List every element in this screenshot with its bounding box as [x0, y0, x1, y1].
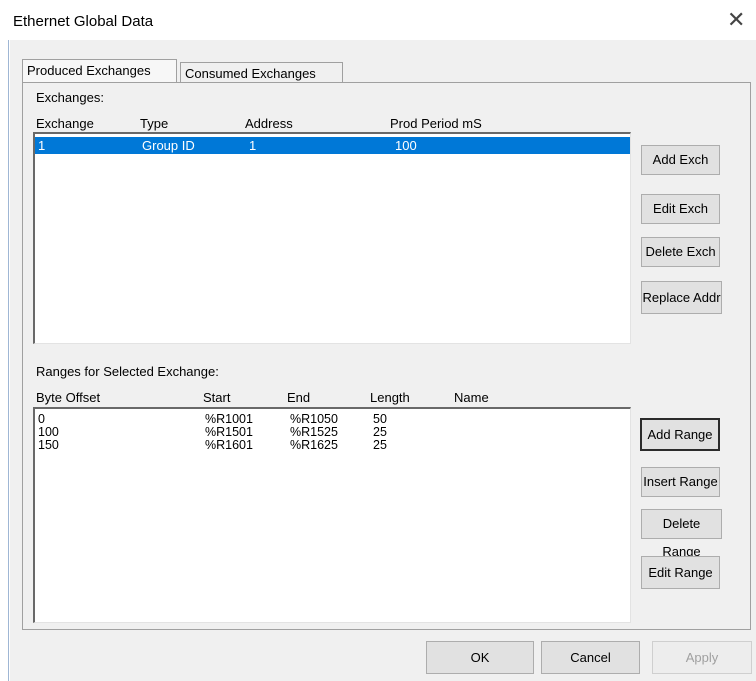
range-row[interactable]: 150 %R1601 %R1625 25 [35, 439, 630, 452]
delete-exch-button[interactable]: Delete Exch [641, 237, 720, 267]
ranges-label: Ranges for Selected Exchange: [36, 364, 219, 379]
apply-button[interactable]: Apply [652, 641, 752, 674]
window-title: Ethernet Global Data [13, 13, 154, 30]
close-icon[interactable]: ✕ [727, 9, 745, 31]
window-left-edge [8, 40, 9, 681]
tab-produced-exchanges[interactable]: Produced Exchanges [22, 59, 177, 84]
title-bar: Ethernet Global Data ✕ [0, 0, 756, 40]
col-start-header[interactable]: Start [203, 390, 230, 405]
replace-addr-button[interactable]: Replace Addr [641, 281, 722, 314]
offset-cell: 150 [38, 438, 59, 452]
exchanges-label: Exchanges: [36, 90, 104, 105]
add-exch-button[interactable]: Add Exch [641, 145, 720, 175]
col-end-header[interactable]: End [287, 390, 310, 405]
tab-label: Consumed Exchanges [185, 66, 316, 81]
tab-consumed-exchanges[interactable]: Consumed Exchanges [180, 62, 343, 84]
length-cell: 25 [373, 438, 387, 452]
ranges-list[interactable]: 0 %R1001 %R1050 50 100 %R1501 %R1525 25 … [33, 407, 631, 623]
col-length-header[interactable]: Length [370, 390, 410, 405]
edit-exch-button[interactable]: Edit Exch [641, 194, 720, 224]
cancel-button[interactable]: Cancel [541, 641, 640, 674]
add-range-button[interactable]: Add Range [640, 418, 720, 451]
type-cell: Group ID [142, 138, 195, 153]
exchange-row[interactable]: 1 Group ID 1 100 [35, 137, 630, 154]
exchanges-list[interactable]: 1 Group ID 1 100 [33, 132, 631, 344]
col-address-header[interactable]: Address [245, 116, 293, 131]
address-cell: 1 [249, 138, 257, 153]
col-byte-offset-header[interactable]: Byte Offset [36, 390, 100, 405]
start-cell: %R1601 [205, 438, 253, 452]
insert-range-button[interactable]: Insert Range [641, 467, 720, 497]
col-name-header[interactable]: Name [454, 390, 489, 405]
period-cell: 100 [395, 138, 417, 153]
end-cell: %R1625 [290, 438, 338, 452]
exchange-cell: 1 [38, 138, 46, 153]
tab-label: Produced Exchanges [27, 63, 151, 78]
col-type-header[interactable]: Type [140, 116, 168, 131]
ok-button[interactable]: OK [426, 641, 534, 674]
col-prod-period-header[interactable]: Prod Period mS [390, 116, 482, 131]
edit-range-button[interactable]: Edit Range [641, 556, 720, 589]
col-exchange-header[interactable]: Exchange [36, 116, 94, 131]
delete-range-button[interactable]: Delete Range [641, 509, 722, 559]
